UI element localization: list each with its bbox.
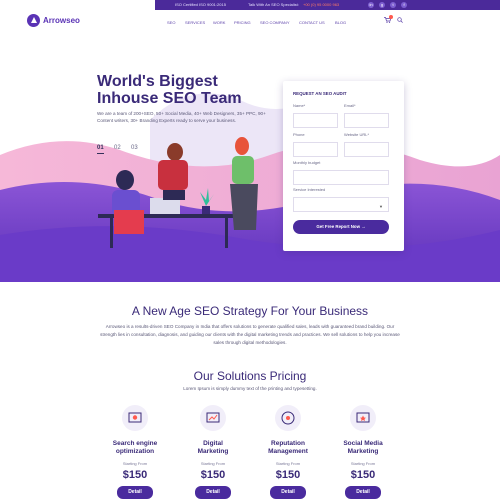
search-icon[interactable] — [397, 17, 403, 23]
website-field[interactable] — [344, 142, 389, 157]
service-label: Service Interested — [293, 187, 326, 192]
plan-name-digital-marketing: Digital Marketing — [197, 440, 229, 455]
nav-item-contact-us[interactable]: CONTACT US — [299, 20, 325, 25]
nav-item-seo[interactable]: SEO — [167, 20, 175, 25]
plan-price: $150 — [275, 469, 301, 481]
plan-price: $150 — [200, 469, 226, 481]
logo-icon[interactable] — [27, 14, 40, 27]
active-slide-underline — [97, 153, 104, 154]
service-select[interactable] — [293, 197, 389, 212]
plan-starting-label: Starting From — [200, 461, 226, 466]
phone-field[interactable] — [293, 142, 338, 157]
nav-item-services[interactable]: SERVICES — [185, 20, 205, 25]
pricing-title: Our Solutions Pricing — [193, 369, 307, 383]
nav-item-work[interactable]: WORK — [213, 20, 225, 25]
google-icon[interactable]: g — [379, 2, 385, 8]
linkedin-icon[interactable]: in — [368, 2, 374, 8]
email-label: Email* — [344, 103, 356, 108]
strategy-title: A New Age SEO Strategy For Your Business — [131, 304, 369, 318]
reputation-icon — [275, 405, 301, 431]
plan-starting-label: Starting From — [275, 461, 301, 466]
digital-marketing-icon — [200, 405, 226, 431]
nav-item-pricing[interactable]: PRICING — [234, 20, 251, 25]
pricing-subtitle: Lorem Ipsum is simply dummy text of the … — [183, 386, 317, 391]
plan-name-social-media-marketing: Social Media Marketing — [343, 440, 383, 455]
budget-field[interactable] — [293, 170, 389, 185]
email-field[interactable] — [344, 113, 389, 128]
detail-button-reputation-management[interactable]: Detail — [270, 486, 306, 499]
form-title: REQUEST AN SEO AUDIT — [293, 91, 347, 96]
slide-indicator-2[interactable]: 02 — [114, 145, 121, 151]
twitter-icon[interactable]: t — [390, 2, 396, 8]
hero-title: World's Biggest Inhouse SEO Team — [97, 73, 242, 107]
seo-audit-form: REQUEST AN SEO AUDIT Name* Email* Phone … — [283, 81, 404, 251]
name-field[interactable] — [293, 113, 338, 128]
hero-description: We are a team of 200+SEO, 50+ Social Med… — [97, 111, 266, 123]
seo-icon — [122, 405, 148, 431]
name-label: Name* — [293, 103, 306, 108]
brand-logo-text[interactable]: Arrowseo — [43, 16, 80, 25]
get-free-report-button[interactable]: Get Free Report Now → — [293, 220, 389, 234]
plan-starting-label: Starting From — [350, 461, 376, 466]
slide-indicator-3[interactable]: 03 — [131, 145, 138, 151]
nav-item-seo-company[interactable]: SEO COMPANY — [260, 20, 290, 25]
detail-button-social-media-marketing[interactable]: Detail — [345, 486, 381, 499]
chevron-down-icon: ▼ — [379, 204, 383, 209]
budget-label: Monthly budget — [293, 160, 321, 165]
social-media-icon — [350, 405, 376, 431]
plan-price: $150 — [350, 469, 376, 481]
facebook-icon[interactable]: f — [401, 2, 407, 8]
nav-item-blog[interactable]: BLOG — [335, 20, 346, 25]
iso-certification-text: ISO Certified ISO 9001:2015 — [175, 2, 226, 7]
plan-name-reputation-management: Reputation Management — [268, 440, 308, 455]
detail-button-digital-marketing[interactable]: Detail — [195, 486, 231, 499]
strategy-description: Arrowseo is a results-driven SEO Company… — [100, 324, 400, 345]
hero-title-line2: Inhouse SEO Team — [97, 90, 242, 107]
detail-button-seo[interactable]: Detail — [117, 486, 153, 499]
slide-indicator-1[interactable]: 01 — [97, 145, 104, 151]
website-label: Website URL* — [344, 132, 370, 137]
hero-illustration — [0, 93, 500, 282]
plan-starting-label: Starting From — [122, 461, 148, 466]
top-bar: ISO Certified ISO 9001:2015 Talk With An… — [155, 0, 500, 10]
talk-specialist-text: Talk With An SEO Specialist: — [248, 2, 299, 7]
hero-title-line1: World's Biggest — [97, 73, 218, 90]
phone-link[interactable]: +00 (0) 95 0000 963 — [303, 2, 339, 7]
plan-price: $150 — [122, 469, 148, 481]
plan-name-seo: Search engine optimization — [112, 440, 158, 455]
phone-label: Phone — [293, 132, 305, 137]
cart-count-badge — [389, 15, 393, 19]
